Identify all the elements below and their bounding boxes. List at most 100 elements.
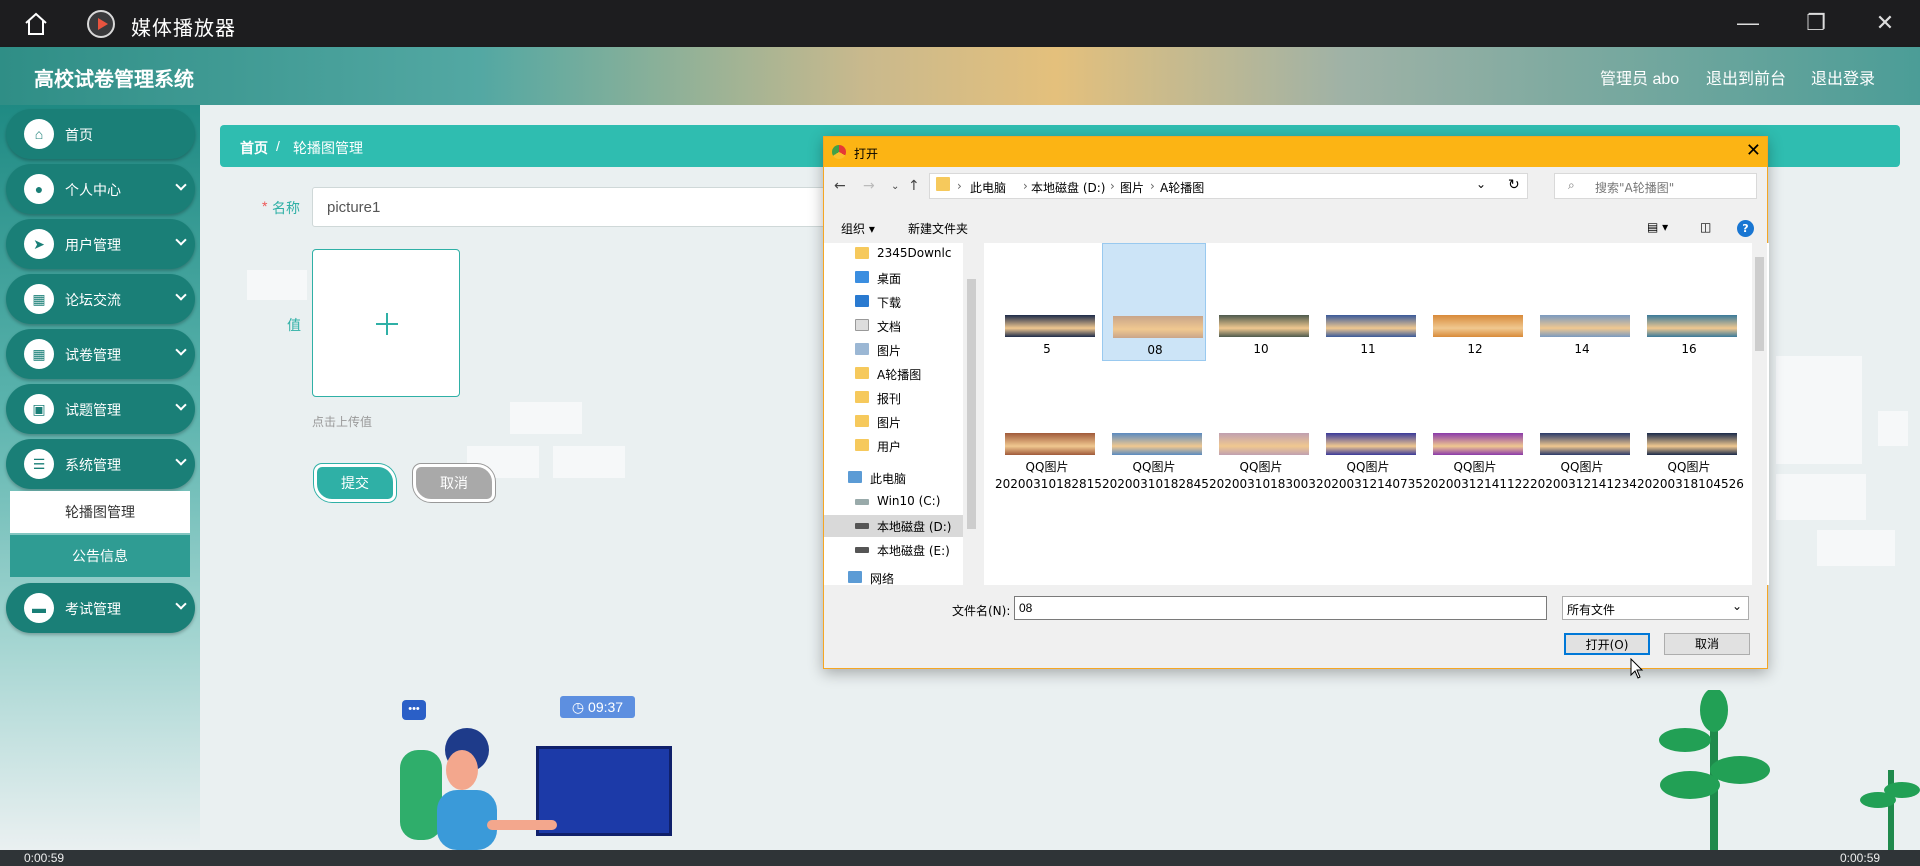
thumbnail [1219,315,1309,337]
sidebar-sub-item-carousel[interactable]: 轮播图管理 [10,491,190,533]
tree-item[interactable]: 2345Downlc📌 [855,243,980,265]
forward-arrow-icon[interactable]: → [863,178,875,194]
address-segment[interactable]: 图片 [1120,179,1144,196]
address-segment[interactable]: 本地磁盘 (D:) [1031,179,1105,196]
new-folder-button[interactable]: 新建文件夹 [908,220,968,237]
sidebar-item-personal-center[interactable]: ● 个人中心 [6,164,195,214]
file-item[interactable]: QQ图片20200310183003 [1209,361,1316,491]
minimize-button[interactable]: — [1731,8,1765,38]
chevron-down-icon [175,454,187,466]
scrollbar-thumb[interactable] [1755,257,1764,351]
file-item[interactable]: QQ图片20200312141234 [1530,361,1637,491]
file-item[interactable]: QQ图片20200310182815 [995,361,1102,491]
sidebar-item-paper-management[interactable]: ▦ 试卷管理 [6,329,195,379]
file-item-selected[interactable]: 08 [1102,243,1206,361]
tree-item[interactable]: 用户 [855,435,980,457]
chevron-down-icon[interactable]: ⌄ [1476,177,1486,191]
tree-item-selected[interactable]: 本地磁盘 (D:) [824,515,963,537]
app-header: 高校试卷管理系统 管理员 abo 退出到前台 退出登录 [0,47,1920,105]
tree-item[interactable]: 此电脑 [848,467,980,489]
cancel-button[interactable]: 取消 [413,464,495,502]
sidebar-item-label: 论坛交流 [65,292,121,308]
tree-item[interactable]: Win10 (C:) [855,491,980,513]
file-item[interactable]: QQ图片20200312141122 [1423,361,1530,491]
sidebar-item-forum[interactable]: ▦ 论坛交流 [6,274,195,324]
filename-input[interactable] [1014,596,1547,620]
tree-item[interactable]: A轮播图 [855,363,980,385]
sidebar-sub-item-notice[interactable]: 公告信息 [10,535,190,577]
tree-item[interactable]: 本地磁盘 (E:) [855,539,980,561]
preview-pane-icon[interactable]: ◫ [1700,220,1711,234]
sidebar-item-exam-management[interactable]: ▬ 考试管理 [6,583,195,633]
person-icon: ● [24,174,54,204]
file-list-scrollbar[interactable] [1752,243,1767,585]
home-icon[interactable] [22,10,50,38]
required-mark: * [262,198,268,214]
address-segment[interactable]: 此电脑 [970,179,1006,196]
chevron-down-icon [175,344,187,356]
folder-icon [855,367,869,379]
breadcrumb-home[interactable]: 首页 [240,138,268,158]
dialog-close-icon[interactable]: ✕ [1746,140,1761,161]
search-input[interactable]: ⌕ 搜索"A轮播图" [1554,173,1757,199]
up-arrow-icon[interactable]: ↑ [908,178,920,194]
scrollbar-thumb[interactable] [967,279,976,529]
logout-link[interactable]: 退出登录 [1811,65,1875,89]
sidebar-item-label: 考试管理 [65,601,121,617]
decoration [1776,474,1866,520]
back-arrow-icon[interactable]: ← [834,178,846,194]
file-item[interactable]: QQ图片20200310182845 [1102,361,1209,491]
tree-item[interactable]: 报刊 [855,387,980,409]
tree-item[interactable]: 桌面📌 [855,267,980,289]
tree-item[interactable]: 下载📌 [855,291,980,313]
view-options-icon[interactable]: ▤ ▾ [1647,220,1668,234]
navigation-scrollbar[interactable] [963,243,980,585]
image-upload-box[interactable] [312,249,460,397]
tree-item[interactable]: 网络 [848,567,980,585]
file-item[interactable]: 11 [1316,243,1420,361]
file-item[interactable]: 12 [1423,243,1527,361]
address-bar[interactable]: › 此电脑 › 本地磁盘 (D:) › 图片 › A轮播图 ⌄ ↻ [929,173,1528,199]
address-segment[interactable]: A轮播图 [1160,179,1204,196]
briefcase-icon: ▣ [24,394,54,424]
chevron-down-icon: ⌄ [1731,599,1742,613]
chevron-down-icon [175,179,187,191]
submit-button[interactable]: 提交 [314,464,396,502]
sidebar-item-home[interactable]: ⌂ 首页 [6,109,195,159]
elapsed-time: 0:00:59 [24,851,65,865]
file-item[interactable]: 14 [1530,243,1634,361]
file-item[interactable]: 16 [1637,243,1741,361]
thumbnail [1647,433,1737,455]
refresh-icon[interactable]: ↻ [1508,177,1520,193]
sidebar-item-system-management[interactable]: ☰ 系统管理 [6,439,195,489]
file-item[interactable]: QQ图片20200318104526 [1637,361,1744,491]
organize-menu[interactable]: 组织 ▾ [841,220,875,237]
filetype-select[interactable]: 所有文件 ⌄ [1562,596,1749,620]
folder-icon [855,247,869,259]
settings-sliders-icon: ☰ [24,449,54,479]
sidebar-item-label: 系统管理 [65,457,121,473]
dialog-cancel-button[interactable]: 取消 [1664,633,1750,655]
tree-item[interactable]: 文档📌 [855,315,980,337]
file-item[interactable]: 5 [995,243,1099,361]
tree-item[interactable]: 图片📌 [855,339,980,361]
file-item[interactable]: 10 [1209,243,1313,361]
exit-to-front-link[interactable]: 退出到前台 [1706,65,1786,89]
tree-item[interactable]: 图片 [855,411,980,433]
sidebar-item-user-management[interactable]: ➤ 用户管理 [6,219,195,269]
thumbnail [1540,315,1630,337]
name-input[interactable] [312,187,832,227]
open-button[interactable]: 打开(O) [1564,633,1650,655]
sidebar-item-question-management[interactable]: ▣ 试题管理 [6,384,195,434]
download-icon [855,295,869,307]
search-placeholder: 搜索"A轮播图" [1595,181,1675,195]
clock-badge: ◷ 09:37 [560,696,635,718]
file-item[interactable]: QQ图片20200312140735 [1316,361,1423,491]
maximize-button[interactable]: ❐ [1799,8,1833,38]
close-button[interactable]: ✕ [1868,8,1902,38]
folder-icon [855,391,869,403]
help-icon[interactable]: ? [1737,220,1754,237]
recent-chevron-icon[interactable]: ⌄ [891,181,899,192]
chat-bubble-icon: ••• [402,700,426,720]
thumbnail [1113,316,1203,338]
